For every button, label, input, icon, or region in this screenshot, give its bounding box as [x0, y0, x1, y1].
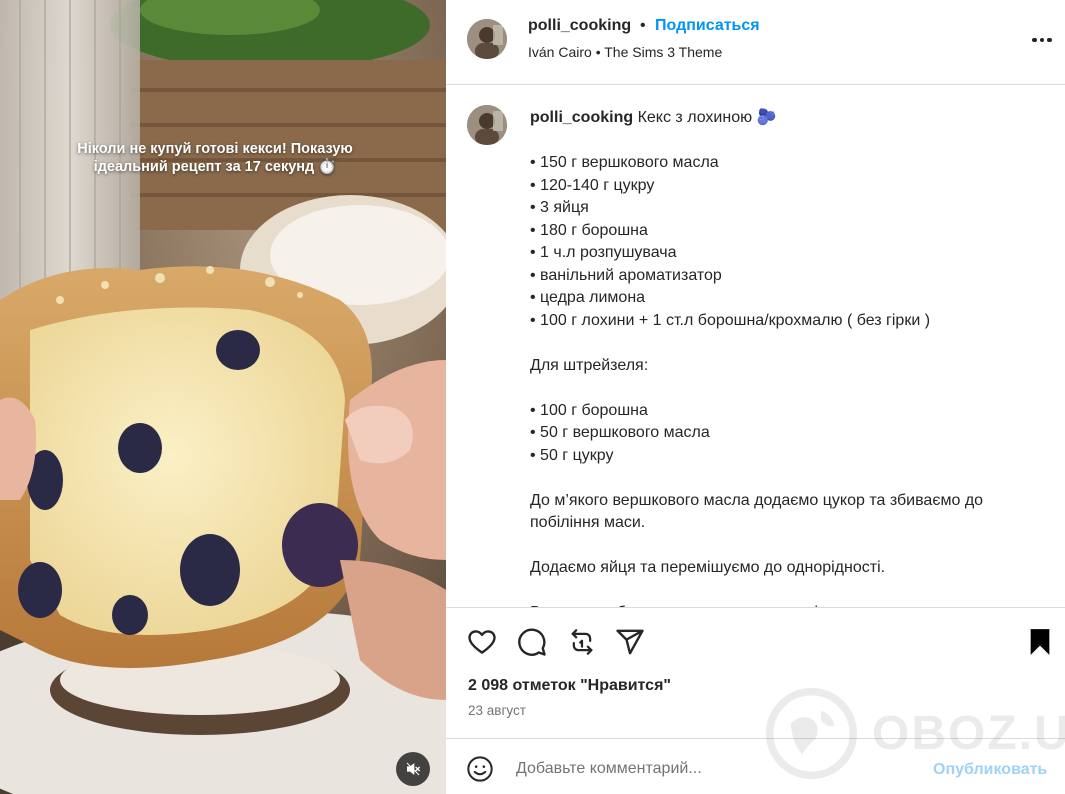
caption-text: polli_cooking Кекс з лохиною 🫐 • 150 г в… [530, 107, 1040, 607]
caption-line: До м’якого вершкового масла додаємо цуко… [530, 491, 988, 532]
repost-icon [571, 629, 593, 655]
caption-line: Для штрейзеля: [530, 356, 649, 374]
post-date[interactable]: 23 август [468, 703, 526, 718]
caption-username[interactable]: polli_cooking [530, 109, 633, 126]
mute-button[interactable] [396, 752, 430, 786]
like-count[interactable]: 2 098 отметок "Нравится" [468, 677, 671, 695]
caption-line: • 100 г борошна [530, 401, 648, 419]
audio-attribution[interactable]: Iván Cairo • The Sims 3 Theme [528, 44, 722, 60]
caption-scroll-area[interactable]: polli_cooking Кекс з лохиною 🫐 • 150 г в… [446, 86, 1065, 607]
avatar-image [467, 105, 507, 145]
caption-lines: • 150 г вершкового масла • 120-140 г цукр… [530, 130, 1040, 607]
overlay-line-1: Ніколи не купуй готові кекси! Показую [77, 141, 353, 157]
post-header: polli_cooking • Подписаться Iván Cairo •… [446, 0, 1065, 85]
caption-line: • 120-140 г цукру [530, 176, 655, 194]
emoji-icon [467, 756, 493, 782]
post-media[interactable]: Ніколи не купуй готові кекси! Показую ід… [0, 0, 446, 794]
comment-button[interactable] [516, 626, 548, 658]
separator-dot: • [640, 17, 646, 34]
caption-line: • 3 яйця [530, 199, 589, 216]
post-details-panel: polli_cooking • Подписаться Iván Cairo •… [446, 0, 1065, 794]
bookmark-icon [1030, 629, 1050, 655]
caption-line: • 50 г вершкового масла [530, 424, 710, 441]
heart-icon [468, 630, 496, 654]
caption-line: • цедра лимона [530, 289, 646, 306]
author-avatar[interactable] [467, 19, 507, 59]
caption-author-avatar[interactable] [467, 105, 507, 145]
caption-line: • 180 г борошна [530, 221, 648, 239]
author-username[interactable]: polli_cooking [528, 17, 631, 35]
share-button[interactable] [614, 626, 646, 658]
caption-line: • 150 г вершкового масла [530, 154, 719, 171]
emoji-button[interactable] [466, 755, 494, 783]
cake-photo [0, 0, 446, 794]
more-horizontal-icon [1032, 37, 1037, 43]
video-overlay-caption: Ніколи не купуй готові кекси! Показую ід… [60, 140, 370, 176]
share-icon [616, 629, 644, 655]
save-button[interactable] [1024, 626, 1056, 658]
overlay-line-2: ідеальний рецепт за 17 секунд ⏱️ [93, 159, 337, 175]
caption-title: Кекс з лохиною 🫐 [633, 109, 777, 126]
more-options-button[interactable] [1032, 36, 1056, 44]
speaker-muted-icon [406, 762, 421, 776]
comment-bar: Опубликовать [446, 738, 1065, 794]
comment-icon [518, 628, 546, 656]
caption-line: • 50 г цукру [530, 446, 614, 464]
follow-button[interactable]: Подписаться [655, 17, 760, 35]
caption-line: • 100 г лохини + 1 ст.л борошна/крохмалю… [530, 311, 931, 329]
action-bar [446, 608, 1065, 672]
publish-button[interactable]: Опубликовать [933, 761, 1047, 779]
caption-line: Додаємо яйця та перемішуємо до однорідно… [530, 559, 886, 576]
like-button[interactable] [466, 626, 498, 658]
avatar-image [467, 19, 507, 59]
caption-line: • 1 ч.л розпушувача [530, 244, 677, 261]
comment-input[interactable] [516, 757, 916, 781]
caption-line: • ванільний ароматизатор [530, 266, 722, 284]
repost-button[interactable] [566, 626, 598, 658]
